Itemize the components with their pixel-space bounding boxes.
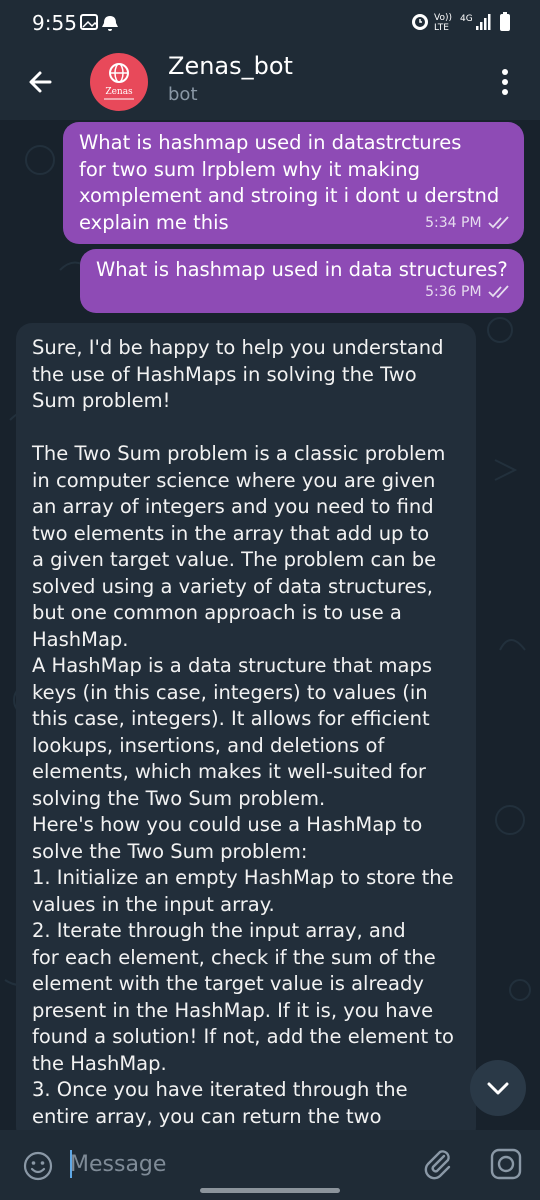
double-check-icon xyxy=(488,215,509,229)
message-text: Sure, I'd be happy to help you understan… xyxy=(32,336,454,1128)
back-arrow-icon xyxy=(29,71,52,93)
chat-header: Zenas Zenas_bot bot xyxy=(0,44,540,120)
double-check-icon xyxy=(488,284,509,298)
chat-subtitle: bot xyxy=(168,84,198,105)
lte-label: LTE xyxy=(434,23,449,33)
message-time: 5:34 PM xyxy=(425,214,482,231)
scroll-down-button[interactable] xyxy=(470,1060,526,1116)
status-bar: 9:55 Vo)) LTE 4G xyxy=(0,0,540,44)
incoming-message[interactable]: Sure, I'd be happy to help you understan… xyxy=(16,323,476,1143)
avatar[interactable]: Zenas xyxy=(90,53,148,111)
status-notification-icons xyxy=(80,13,124,37)
emoji-button[interactable] xyxy=(22,1150,54,1186)
chat-title[interactable]: Zenas_bot xyxy=(168,52,293,80)
status-system-icons: Vo)) LTE 4G xyxy=(410,10,520,38)
attach-icon xyxy=(424,1150,451,1180)
avatar-logo-text: Zenas xyxy=(105,87,133,97)
emoji-icon xyxy=(23,1151,53,1181)
volte-label: Vo)) xyxy=(434,13,452,23)
message-input[interactable] xyxy=(70,1144,400,1184)
attach-button[interactable] xyxy=(420,1146,456,1186)
message-time: 5:36 PM xyxy=(425,283,482,300)
bell-notification-icon xyxy=(102,16,118,31)
message-meta: 5:34 PM xyxy=(425,210,512,237)
chevron-down-icon xyxy=(487,1082,509,1095)
outgoing-message[interactable]: What is hashmap used in data structures?… xyxy=(80,249,524,313)
battery-icon xyxy=(500,12,510,31)
status-time: 9:55 xyxy=(32,11,77,35)
globe-logo-icon xyxy=(104,63,134,100)
camera-button[interactable] xyxy=(488,1146,524,1186)
more-vert-icon xyxy=(502,69,508,95)
home-indicator xyxy=(200,1188,340,1193)
signal-icon xyxy=(476,14,491,30)
back-button[interactable] xyxy=(20,60,64,104)
camera-icon xyxy=(490,1148,522,1180)
outgoing-message[interactable]: What is hashmap used in datastrctures fo… xyxy=(63,122,524,244)
message-meta: 5:36 PM xyxy=(425,279,512,306)
more-options-button[interactable] xyxy=(490,60,520,104)
alarm-icon xyxy=(412,14,428,30)
network-gen-label: 4G xyxy=(460,14,473,24)
